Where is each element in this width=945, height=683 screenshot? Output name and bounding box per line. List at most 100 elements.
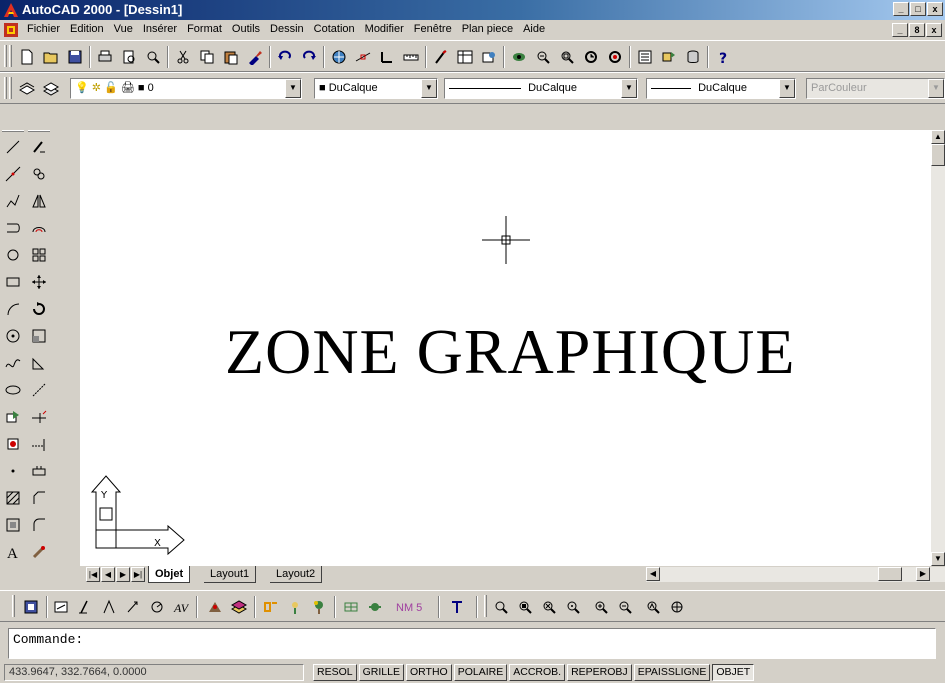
toggle-grille[interactable]: GRILLE bbox=[358, 664, 404, 681]
zoom-extents-icon[interactable] bbox=[604, 47, 626, 67]
toolbar-grip[interactable] bbox=[484, 595, 487, 617]
text-style-label[interactable]: NM 5 bbox=[392, 599, 426, 617]
menu-fenetre[interactable]: Fenêtre bbox=[409, 23, 457, 35]
layer-states-icon[interactable] bbox=[228, 597, 250, 617]
tab-layout2[interactable]: Layout2 bbox=[270, 566, 323, 583]
zoom-previous-icon[interactable] bbox=[580, 47, 602, 67]
plotstyle-dropdown[interactable]: ParCouleur ▼ bbox=[806, 78, 945, 99]
toolbar-grip[interactable] bbox=[4, 45, 7, 67]
menu-outils[interactable]: Outils bbox=[227, 23, 265, 35]
zoom-window-2-icon[interactable] bbox=[490, 597, 512, 617]
doc-minimize-button[interactable]: _ bbox=[892, 23, 908, 37]
copy-icon[interactable] bbox=[196, 47, 218, 67]
lengthen-icon[interactable] bbox=[28, 379, 50, 401]
scroll-up-icon[interactable]: ▲ bbox=[931, 130, 945, 144]
menu-inserer[interactable]: Insérer bbox=[138, 23, 182, 35]
redo-icon[interactable] bbox=[298, 47, 320, 67]
rectangle-tool-icon[interactable] bbox=[2, 271, 24, 293]
zoom-in-icon[interactable] bbox=[590, 597, 612, 617]
pan-realtime-icon[interactable] bbox=[508, 47, 530, 67]
scale-icon[interactable] bbox=[28, 325, 50, 347]
ellipse-tool-icon[interactable] bbox=[2, 379, 24, 401]
scroll-right-icon[interactable]: ▶ bbox=[916, 567, 930, 581]
tab-first-icon[interactable]: |◀ bbox=[86, 567, 100, 582]
new-file-icon[interactable] bbox=[16, 47, 38, 67]
break-icon[interactable] bbox=[28, 460, 50, 482]
multiline-text-icon[interactable]: A bbox=[2, 541, 24, 563]
layers-icon[interactable] bbox=[40, 79, 62, 99]
dbconnect-icon[interactable] bbox=[682, 47, 704, 67]
undo-icon[interactable] bbox=[274, 47, 296, 67]
toggle-epaissligne[interactable]: EPAISSLIGNE bbox=[633, 664, 711, 681]
dim-style-icon[interactable] bbox=[204, 597, 226, 617]
doc-restore-button[interactable]: 8 bbox=[909, 23, 925, 37]
polygon-icon[interactable] bbox=[2, 217, 24, 239]
command-line[interactable]: Commande: bbox=[8, 628, 936, 659]
region-tool-icon[interactable] bbox=[2, 514, 24, 536]
toggle-resol[interactable]: RESOL bbox=[313, 664, 357, 681]
scroll-left-icon[interactable]: ◀ bbox=[646, 567, 660, 581]
block-tool-icon[interactable] bbox=[260, 597, 282, 617]
move-icon[interactable] bbox=[28, 271, 50, 293]
menu-fichier[interactable]: Fichier bbox=[22, 23, 65, 35]
green-marker-icon[interactable] bbox=[364, 597, 386, 617]
polyline-icon[interactable] bbox=[2, 190, 24, 212]
design-center-icon[interactable] bbox=[658, 47, 680, 67]
menu-format[interactable]: Format bbox=[182, 23, 227, 35]
tab-last-icon[interactable]: ▶| bbox=[131, 567, 145, 582]
save-icon[interactable] bbox=[64, 47, 86, 67]
toggle-ortho[interactable]: ORTHO bbox=[405, 664, 452, 681]
toolbar-grip[interactable] bbox=[4, 77, 7, 99]
inquiry-icon[interactable] bbox=[400, 47, 422, 67]
toolbar-grip[interactable] bbox=[28, 130, 50, 132]
ucs-icon[interactable] bbox=[376, 47, 398, 67]
mirror-icon[interactable] bbox=[28, 190, 50, 212]
chevron-down-icon[interactable]: ▼ bbox=[779, 79, 795, 98]
dim-radius-icon[interactable] bbox=[146, 597, 168, 617]
open-folder-icon[interactable] bbox=[40, 47, 62, 67]
menu-vue[interactable]: Vue bbox=[109, 23, 138, 35]
hyperlink-icon[interactable] bbox=[328, 47, 350, 67]
zoom-out-icon[interactable] bbox=[614, 597, 636, 617]
document-icon[interactable] bbox=[3, 22, 19, 38]
array-icon[interactable] bbox=[28, 244, 50, 266]
chamfer-icon[interactable] bbox=[28, 487, 50, 509]
zoom-scale-icon[interactable] bbox=[538, 597, 560, 617]
menu-cotation[interactable]: Cotation bbox=[309, 23, 360, 35]
dim-text-icon[interactable]: AV bbox=[170, 597, 192, 617]
toggle-accrob[interactable]: ACCROB. bbox=[509, 664, 566, 681]
chevron-down-icon[interactable]: ▼ bbox=[928, 79, 944, 98]
doc-close-button[interactable]: x bbox=[926, 23, 942, 37]
object-toggle-icon[interactable] bbox=[20, 597, 42, 617]
title-bar[interactable]: AutoCAD 2000 - [Dessin1] _ □ x bbox=[0, 0, 945, 20]
toggle-polaire[interactable]: POLAIRE bbox=[453, 664, 508, 681]
tab-prev-icon[interactable]: ◀ bbox=[101, 567, 115, 582]
toolbar-grip[interactable] bbox=[9, 77, 12, 99]
coordinates-display[interactable]: 433.9647, 332.7664, 0.0000 bbox=[4, 664, 304, 681]
zoom-all-icon[interactable] bbox=[642, 597, 664, 617]
redraw-icon[interactable] bbox=[430, 47, 452, 67]
cut-icon[interactable] bbox=[172, 47, 194, 67]
toolbar-grip[interactable] bbox=[12, 595, 15, 617]
dim-aligned-icon[interactable] bbox=[74, 597, 96, 617]
explode-icon[interactable] bbox=[28, 541, 50, 563]
chevron-down-icon[interactable]: ▼ bbox=[421, 79, 437, 98]
menu-plan-piece[interactable]: Plan piece bbox=[457, 23, 518, 35]
stretch-icon[interactable] bbox=[28, 352, 50, 374]
line-tool-icon[interactable] bbox=[2, 136, 24, 158]
zoom-extents-2-icon[interactable] bbox=[666, 597, 688, 617]
chevron-down-icon[interactable]: ▼ bbox=[621, 79, 637, 98]
rotate-icon[interactable] bbox=[28, 298, 50, 320]
extend-icon[interactable] bbox=[28, 433, 50, 455]
match-properties-icon[interactable] bbox=[244, 47, 266, 67]
zoom-window-icon[interactable] bbox=[556, 47, 578, 67]
print-preview-icon[interactable] bbox=[118, 47, 140, 67]
maximize-button[interactable]: □ bbox=[910, 2, 926, 16]
tab-next-icon[interactable]: ▶ bbox=[116, 567, 130, 582]
3d-view-icon[interactable] bbox=[478, 47, 500, 67]
menu-modifier[interactable]: Modifier bbox=[360, 23, 409, 35]
object-snap-icon[interactable] bbox=[352, 47, 374, 67]
erase-icon[interactable] bbox=[28, 136, 50, 158]
menu-aide[interactable]: Aide bbox=[518, 23, 550, 35]
point-tool-icon[interactable] bbox=[2, 460, 24, 482]
